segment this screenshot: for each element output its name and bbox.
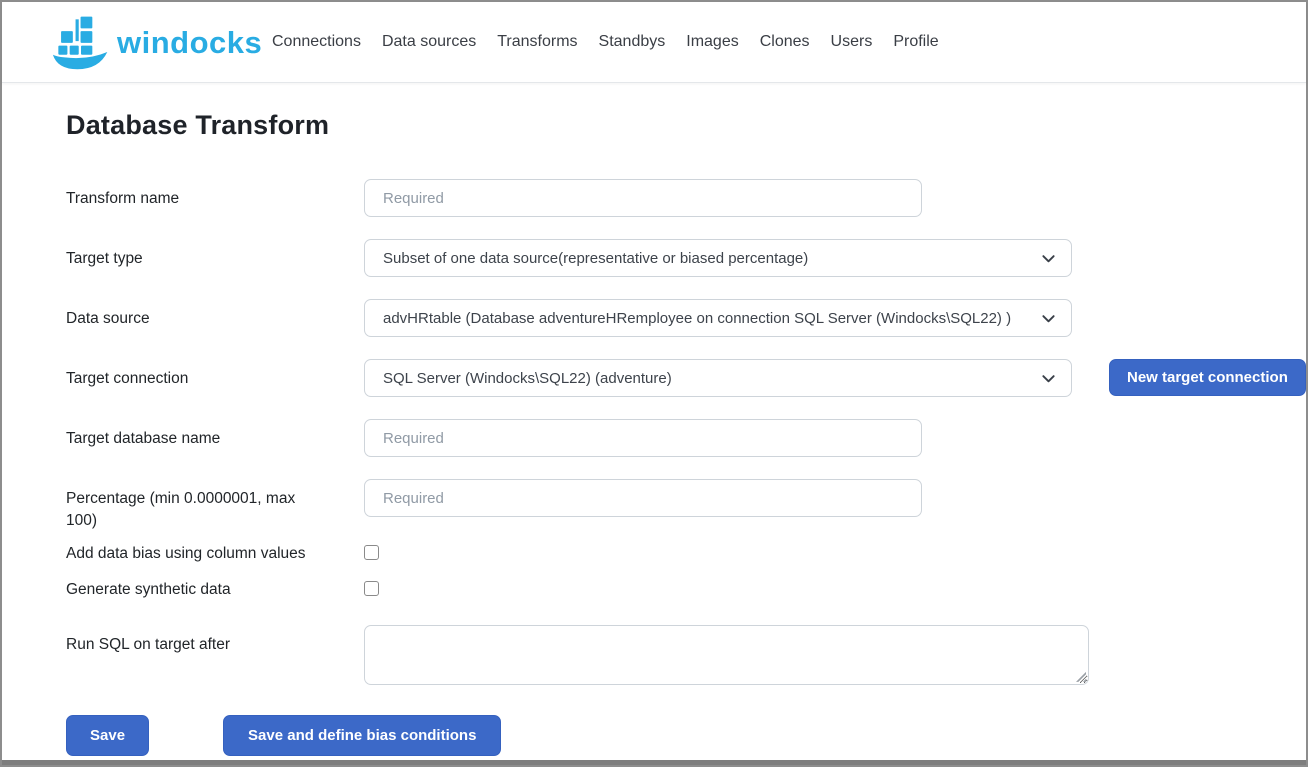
nav-item-data-sources[interactable]: Data sources <box>382 33 476 51</box>
save-and-define-bias-button[interactable]: Save and define bias conditions <box>223 715 501 756</box>
target-connection-select[interactable]: SQL Server (Windocks\SQL22) (adventure) <box>364 359 1072 397</box>
percentage-label: Percentage (min 0.0000001, max 100) <box>66 479 364 533</box>
add-data-bias-checkbox[interactable] <box>364 545 379 560</box>
save-button[interactable]: Save <box>66 715 149 756</box>
nav-item-images[interactable]: Images <box>686 33 738 51</box>
row-target-database-name: Target database name <box>66 419 1306 457</box>
percentage-input[interactable] <box>364 479 922 517</box>
row-data-source: Data source advHRtable (Database adventu… <box>66 299 1306 337</box>
target-database-name-label: Target database name <box>66 419 364 450</box>
add-data-bias-label: Add data bias using column values <box>66 543 364 565</box>
generate-synthetic-label: Generate synthetic data <box>66 579 364 601</box>
nav-item-clones[interactable]: Clones <box>760 33 810 51</box>
form-actions: Save Save and define bias conditions <box>66 715 1306 756</box>
row-transform-name: Transform name <box>66 179 1306 217</box>
top-navbar: windocks Connections Data sources Transf… <box>2 2 1306 83</box>
row-add-data-bias: Add data bias using column values <box>66 543 1306 565</box>
row-percentage: Percentage (min 0.0000001, max 100) <box>66 479 1306 533</box>
row-target-connection: Target connection SQL Server (Windocks\S… <box>66 359 1306 397</box>
row-generate-synthetic: Generate synthetic data <box>66 579 1306 601</box>
database-transform-form: Database Transform Transform name Target… <box>2 83 1306 756</box>
target-database-name-input[interactable] <box>364 419 922 457</box>
nav-item-profile[interactable]: Profile <box>893 33 938 51</box>
target-connection-label: Target connection <box>66 359 364 390</box>
nav-item-transforms[interactable]: Transforms <box>497 33 577 51</box>
row-run-sql-after: Run SQL on target after <box>66 625 1306 685</box>
transform-name-input[interactable] <box>364 179 922 217</box>
nav-item-users[interactable]: Users <box>831 33 873 51</box>
main-nav: Connections Data sources Transforms Stan… <box>272 33 939 51</box>
data-source-label: Data source <box>66 299 364 330</box>
generate-synthetic-checkbox[interactable] <box>364 581 379 596</box>
transform-name-label: Transform name <box>66 179 364 210</box>
nav-item-connections[interactable]: Connections <box>272 33 361 51</box>
run-sql-after-label: Run SQL on target after <box>66 625 364 656</box>
nav-item-standbys[interactable]: Standbys <box>599 33 666 51</box>
windocks-ship-icon <box>52 12 110 72</box>
run-sql-after-textarea[interactable] <box>364 625 1089 685</box>
new-target-connection-button[interactable]: New target connection <box>1109 359 1306 396</box>
row-target-type: Target type Subset of one data source(re… <box>66 239 1306 277</box>
target-type-label: Target type <box>66 239 364 270</box>
data-source-select[interactable]: advHRtable (Database adventureHRemployee… <box>364 299 1072 337</box>
windocks-logo[interactable]: windocks <box>52 12 264 72</box>
windocks-wordmark: windocks <box>117 27 262 58</box>
page-title: Database Transform <box>66 110 1306 141</box>
target-type-select[interactable]: Subset of one data source(representative… <box>364 239 1072 277</box>
window-bottom-edge <box>2 760 1306 765</box>
